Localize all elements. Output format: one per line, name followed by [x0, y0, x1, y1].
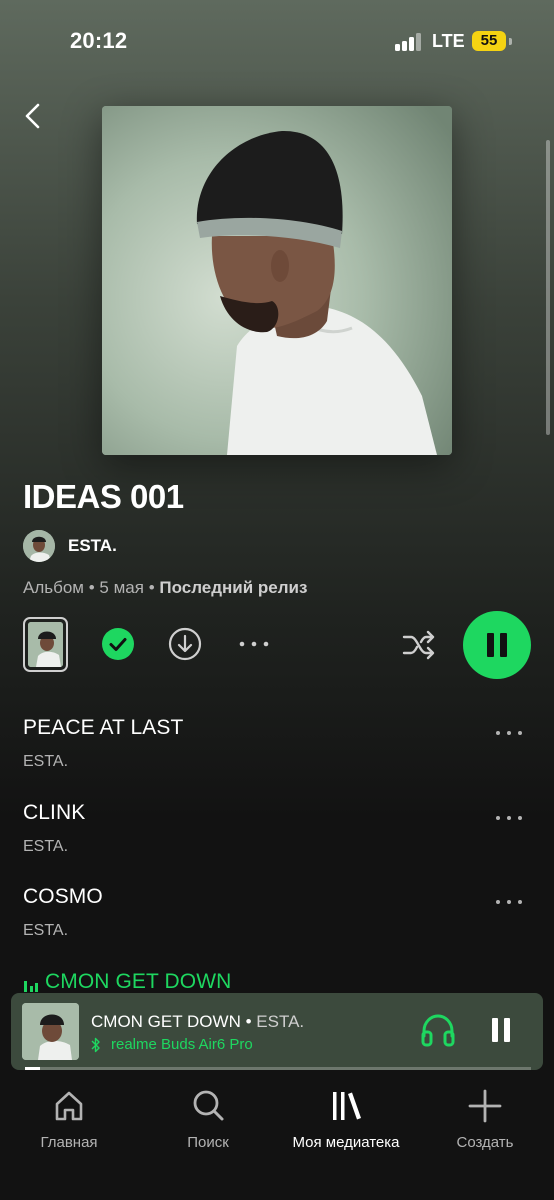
pause-icon: [487, 633, 494, 657]
home-icon: [55, 1091, 83, 1121]
track-more-icon[interactable]: [495, 728, 523, 738]
album-title: IDEAS 001: [23, 478, 184, 515]
nav-create[interactable]: Создать: [420, 1088, 550, 1151]
nav-search[interactable]: Поиск: [143, 1088, 273, 1151]
battery-level: 55: [472, 31, 506, 51]
track-row[interactable]: PEACE AT LAST ESTA.: [23, 716, 533, 786]
back-chevron-icon: [25, 103, 40, 129]
pause-icon: [492, 1018, 498, 1042]
artist-avatar[interactable]: [23, 530, 55, 562]
download-icon: [168, 627, 202, 661]
nav-label: Поиск: [187, 1134, 229, 1151]
connect-device-button[interactable]: [419, 1012, 457, 1048]
bottom-nav: Главная Поиск Моя медиатека Создать: [0, 1070, 554, 1200]
nav-label: Моя медиатека: [292, 1134, 400, 1151]
track-row[interactable]: COSMO ESTA.: [23, 885, 533, 955]
equalizer-icon: [24, 981, 38, 992]
artist-row[interactable]: ESTA.: [23, 530, 117, 562]
scroll-indicator[interactable]: [546, 140, 550, 435]
nav-library[interactable]: Моя медиатека: [281, 1088, 411, 1151]
album-date: 5 мая: [99, 578, 144, 597]
more-options-button[interactable]: [238, 636, 270, 652]
track-title: CLINK: [23, 801, 86, 824]
track-row[interactable]: CLINK ESTA.: [23, 801, 533, 871]
bluetooth-icon: [91, 1037, 100, 1052]
nav-label: Главная: [40, 1134, 98, 1151]
mini-player-cover: [22, 1003, 79, 1060]
album-preview-button[interactable]: [23, 617, 68, 672]
now-playing-title: CMON GET DOWN: [91, 1012, 241, 1031]
album-meta: Альбом • 5 мая • Последний релиз: [23, 578, 308, 597]
more-icon: [239, 641, 269, 647]
signal-icon: [395, 33, 423, 51]
shuffle-icon: [402, 630, 435, 660]
mini-player[interactable]: CMON GET DOWN • ESTA. realme Buds Air6 P…: [11, 993, 543, 1070]
library-icon: [333, 1092, 361, 1120]
network-label: LTE: [432, 31, 465, 51]
track-artist: ESTA.: [23, 753, 69, 770]
track-artist: ESTA.: [23, 838, 69, 855]
now-playing-info[interactable]: CMON GET DOWN • ESTA.: [91, 1012, 304, 1032]
mini-pause-button[interactable]: [486, 1015, 516, 1045]
plus-icon: [468, 1089, 502, 1123]
play-pause-button[interactable]: [463, 611, 531, 679]
search-icon: [193, 1090, 224, 1121]
track-title: CMON GET DOWN: [45, 970, 232, 993]
album-cover: [102, 106, 452, 455]
connected-device[interactable]: realme Buds Air6 Pro: [91, 1036, 253, 1053]
nav-label: Создать: [456, 1134, 514, 1151]
now-playing-artist: ESTA.: [256, 1012, 305, 1031]
saved-button[interactable]: [102, 628, 134, 660]
status-time: 20:12: [70, 28, 128, 53]
battery-icon: 55: [472, 31, 512, 51]
back-button[interactable]: [18, 100, 50, 132]
track-title: PEACE AT LAST: [23, 716, 184, 739]
latest-release-badge: Последний релиз: [159, 578, 308, 597]
track-title: COSMO: [23, 885, 103, 908]
status-bar: 20:12 LTE 55: [0, 0, 554, 84]
download-button[interactable]: [168, 627, 202, 661]
artist-name[interactable]: ESTA.: [68, 536, 117, 556]
device-name: realme Buds Air6 Pro: [111, 1036, 253, 1053]
track-more-icon[interactable]: [495, 897, 523, 907]
album-thumbnail: [28, 622, 63, 667]
headphones-icon: [421, 1014, 455, 1047]
track-more-icon[interactable]: [495, 813, 523, 823]
album-type: Альбом: [23, 578, 84, 597]
nav-home[interactable]: Главная: [4, 1088, 134, 1151]
check-icon: [109, 638, 127, 651]
track-artist: ESTA.: [23, 922, 69, 939]
shuffle-button[interactable]: [401, 628, 437, 662]
